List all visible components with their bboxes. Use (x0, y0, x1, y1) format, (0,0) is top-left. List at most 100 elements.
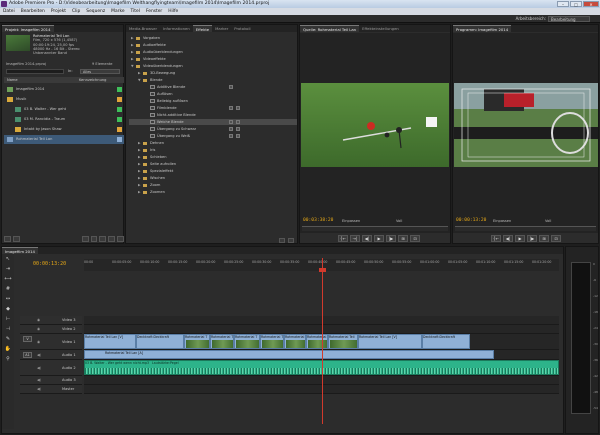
eye-icon[interactable]: ◉ (37, 334, 40, 350)
pen-tool-icon[interactable]: ✎ (4, 336, 12, 343)
video-clip[interactable]: Rohmaterial Teil Lan [V] (358, 334, 422, 349)
speaker-icon[interactable]: ◀) (37, 350, 41, 360)
effects-tree-item[interactable]: Beliebig auflösen (129, 98, 297, 104)
source-fit-select[interactable]: Einpassen (342, 219, 360, 223)
close-icon[interactable]: ✕ (583, 1, 599, 7)
chevron-right-icon[interactable]: ▶ (138, 168, 141, 174)
program-fit-select[interactable]: Einpassen (493, 219, 511, 223)
track-target-badge[interactable]: A1 (23, 352, 32, 358)
effects-tree-item[interactable]: ▼ Videoüberblendungen (129, 63, 297, 69)
project-item[interactable]: Rohmaterial Teil Lan (4, 135, 124, 144)
effects-tree-item[interactable]: Filmblende (129, 105, 297, 111)
source-viewer[interactable]: 00:03:38:20 Einpassen Voll (300, 33, 450, 233)
video-clip[interactable]: Rohmaterial Teil Lan [V] (84, 334, 136, 349)
go-to-in-button[interactable]: {← (491, 235, 501, 242)
chevron-right-icon[interactable]: ▶ (131, 42, 134, 48)
effects-tree-item[interactable]: ▶ Audioeffekte (129, 42, 297, 48)
project-item[interactable]: 03 M. Rancidia - Traum (4, 115, 124, 124)
new-bin-icon[interactable] (279, 238, 285, 243)
track-target-badge[interactable]: V (23, 336, 32, 342)
menu-item-7[interactable]: Fenster (146, 8, 162, 15)
tab-markers[interactable]: Marker (212, 25, 231, 32)
effects-tree-item[interactable]: ▶ Iris (129, 147, 297, 153)
maximize-icon[interactable]: □ (570, 1, 582, 7)
chevron-right-icon[interactable]: ▶ (138, 175, 141, 181)
project-item[interactable]: 03 B. Walter - Wer geht (4, 105, 124, 114)
menu-item-8[interactable]: Hilfe (168, 8, 178, 15)
chevron-right-icon[interactable]: ▶ (138, 147, 141, 153)
video-clip[interactable]: Deckkraft:Deckkraft (422, 334, 470, 349)
source-quality-select[interactable]: Voll (396, 219, 402, 223)
track-select-tool-icon[interactable]: ⇥ (4, 266, 12, 273)
search-input[interactable] (6, 69, 64, 74)
column-label[interactable]: Kennzeichnung (76, 77, 106, 83)
chevron-right-icon[interactable]: ▶ (131, 35, 134, 41)
effects-tree-item[interactable]: Weiche Blende (129, 119, 297, 125)
column-name[interactable]: Name (4, 77, 76, 83)
chevron-right-icon[interactable]: ▶ (131, 49, 134, 55)
effects-tree-item[interactable]: Übergang zu Schwarz (129, 126, 297, 132)
chevron-down-icon[interactable]: ▼ (138, 77, 141, 83)
step-forward-button[interactable]: |▶ (527, 235, 537, 242)
trash-icon[interactable] (117, 236, 125, 242)
menu-item-5[interactable]: Marke (111, 8, 124, 15)
project-item[interactable]: Imagefilm 2014 (4, 85, 124, 94)
effects-tree-item[interactable]: Auflösen (129, 91, 297, 97)
menu-item-0[interactable]: Datei (3, 8, 15, 15)
list-view-icon[interactable] (4, 236, 11, 242)
effects-tree-item[interactable]: Additive Blende (129, 84, 297, 90)
tab-program[interactable]: Programm: Imagefilm 2014 (453, 25, 512, 32)
speaker-icon[interactable]: ◀) (37, 376, 41, 385)
effects-tree-item[interactable]: ▶ Audioüberblendungen (129, 49, 297, 55)
minimize-icon[interactable]: – (557, 1, 569, 7)
effects-tree-item[interactable]: ▶ Spezialeffekt (129, 168, 297, 174)
playhead-handle[interactable] (319, 268, 326, 272)
step-back-button[interactable]: ◀| (503, 235, 513, 242)
source-time-ruler[interactable] (302, 226, 448, 231)
rolling-edit-tool-icon[interactable]: # (4, 286, 12, 293)
track-header-v1[interactable]: V ◉ Video 1 (20, 334, 82, 350)
razor-tool-icon[interactable]: ◆ (4, 306, 12, 313)
track-header-v2[interactable]: ◉ Video 2 (20, 325, 82, 334)
track-header-a2[interactable]: ◀) Audio 2 (20, 360, 82, 376)
tab-info[interactable]: Informationen (160, 25, 193, 32)
ripple-edit-tool-icon[interactable]: ⟷ (4, 276, 12, 283)
eye-icon[interactable]: ◉ (37, 325, 40, 334)
tab-project[interactable]: Projekt: Imagefilm 2014 (2, 25, 54, 32)
menu-item-4[interactable]: Sequenz (86, 8, 105, 15)
tab-sequence[interactable]: Imagefilm 2014 (2, 247, 38, 254)
tab-effect-controls[interactable]: Effekteinstellungen (359, 25, 402, 32)
program-quality-select[interactable]: Voll (545, 219, 551, 223)
chevron-right-icon[interactable]: ▶ (138, 70, 141, 76)
mark-in-button[interactable]: {← (338, 235, 348, 242)
video-clip[interactable]: Rohmaterial (306, 334, 328, 349)
program-time-ruler[interactable] (455, 226, 596, 231)
playhead[interactable] (322, 258, 323, 424)
chevron-right-icon[interactable]: ▶ (138, 189, 141, 195)
chevron-down-icon[interactable]: ▼ (131, 63, 134, 69)
program-viewer[interactable]: 00:00:13:20 Einpassen Voll (453, 33, 598, 233)
search-scope-select[interactable]: Alles (80, 69, 120, 74)
chevron-right-icon[interactable]: ▶ (138, 182, 141, 188)
track-header-a3[interactable]: ◀) Audio 3 (20, 376, 82, 385)
video-clip[interactable]: Rohmaterial T (234, 334, 260, 349)
tab-history[interactable]: Protokoll (231, 25, 253, 32)
rate-stretch-tool-icon[interactable]: ↔ (4, 296, 12, 303)
tab-effects[interactable]: Effekte (192, 25, 213, 32)
slip-tool-icon[interactable]: ⊢ (4, 316, 12, 323)
chevron-right-icon[interactable]: ▶ (138, 154, 141, 160)
chevron-right-icon[interactable]: ▶ (131, 56, 134, 62)
new-bin-icon[interactable] (99, 236, 107, 242)
automate-icon[interactable] (81, 236, 89, 242)
find-icon[interactable] (90, 236, 98, 242)
chevron-right-icon[interactable]: ▶ (138, 161, 141, 167)
tab-media-browser[interactable]: Media-Browser (126, 25, 160, 32)
menu-item-2[interactable]: Projekt (51, 8, 66, 15)
project-item[interactable]: Intakt by Jason Shaw (4, 125, 124, 134)
effects-tree-item[interactable]: Übergang zu Weiß (129, 133, 297, 139)
effects-tree-item[interactable]: ▶ Dehnen (129, 140, 297, 146)
extract-button[interactable]: ⊡ (551, 235, 561, 242)
project-item[interactable]: Musik (4, 95, 124, 104)
eye-icon[interactable]: ◉ (37, 316, 40, 325)
new-item-icon[interactable] (108, 236, 116, 242)
